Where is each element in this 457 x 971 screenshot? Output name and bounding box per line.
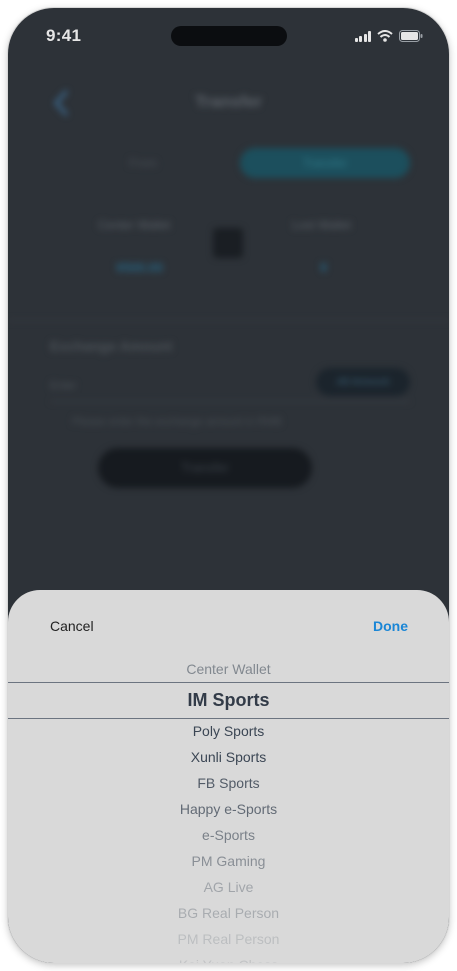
to-wallet-balance: ¥ — [320, 260, 328, 275]
status-icons — [354, 30, 424, 42]
picker-option[interactable]: PM Gaming — [8, 848, 449, 874]
from-wallet-label: Center Wallet — [98, 218, 171, 232]
wallet-picker-sheet: Cancel Done Center Wallet IM Sports Poly S… — [8, 590, 449, 963]
dynamic-island — [171, 26, 287, 46]
to-wallet-label: Lost Wallet — [292, 218, 351, 232]
picker-option[interactable]: AG Live — [8, 874, 449, 900]
picker-option[interactable]: Kai Yuan Chess — [8, 952, 449, 963]
picker-option[interactable]: FB Sports — [8, 770, 449, 796]
status-time: 9:41 — [46, 26, 82, 45]
all-amount-button: All Amount — [316, 368, 410, 396]
picker-option-selected[interactable]: IM Sports — [8, 682, 449, 718]
cancel-button[interactable]: Cancel — [50, 618, 94, 634]
picker-option[interactable]: PM Real Person — [8, 926, 449, 952]
picker-option[interactable]: Happy e-Sports — [8, 796, 449, 822]
amount-hint: Please enter the exchange amount in RMB — [72, 416, 282, 428]
swap-icon — [213, 228, 243, 258]
status-bar: 9:41 — [8, 8, 449, 64]
page-title: Transfer — [194, 92, 263, 111]
picker-option[interactable]: Xunli Sports — [8, 744, 449, 770]
tab-transfer: Transfer — [240, 148, 410, 178]
section-divider — [8, 320, 449, 321]
phone-frame: Transfer From Transfer Center Wallet ¥50… — [8, 8, 449, 963]
battery-icon — [399, 30, 423, 42]
wifi-icon — [377, 30, 393, 42]
done-button[interactable]: Done — [373, 618, 408, 634]
wallet-picker-list[interactable]: Center Wallet IM Sports Poly Sports Xunli S… — [8, 656, 449, 963]
picker-option[interactable]: Center Wallet — [8, 656, 449, 682]
submit-transfer-button: Transfer — [98, 448, 312, 488]
exchange-amount-title: Exchange Amount — [50, 338, 173, 354]
picker-option[interactable]: BG Real Person — [8, 900, 449, 926]
picker-option[interactable]: e-Sports — [8, 822, 449, 848]
picker-option[interactable]: Poly Sports — [8, 718, 449, 744]
cellular-signal-icon — [354, 30, 371, 42]
tab-from: From — [129, 156, 157, 170]
from-wallet-balance: ¥500.00 — [116, 260, 163, 275]
